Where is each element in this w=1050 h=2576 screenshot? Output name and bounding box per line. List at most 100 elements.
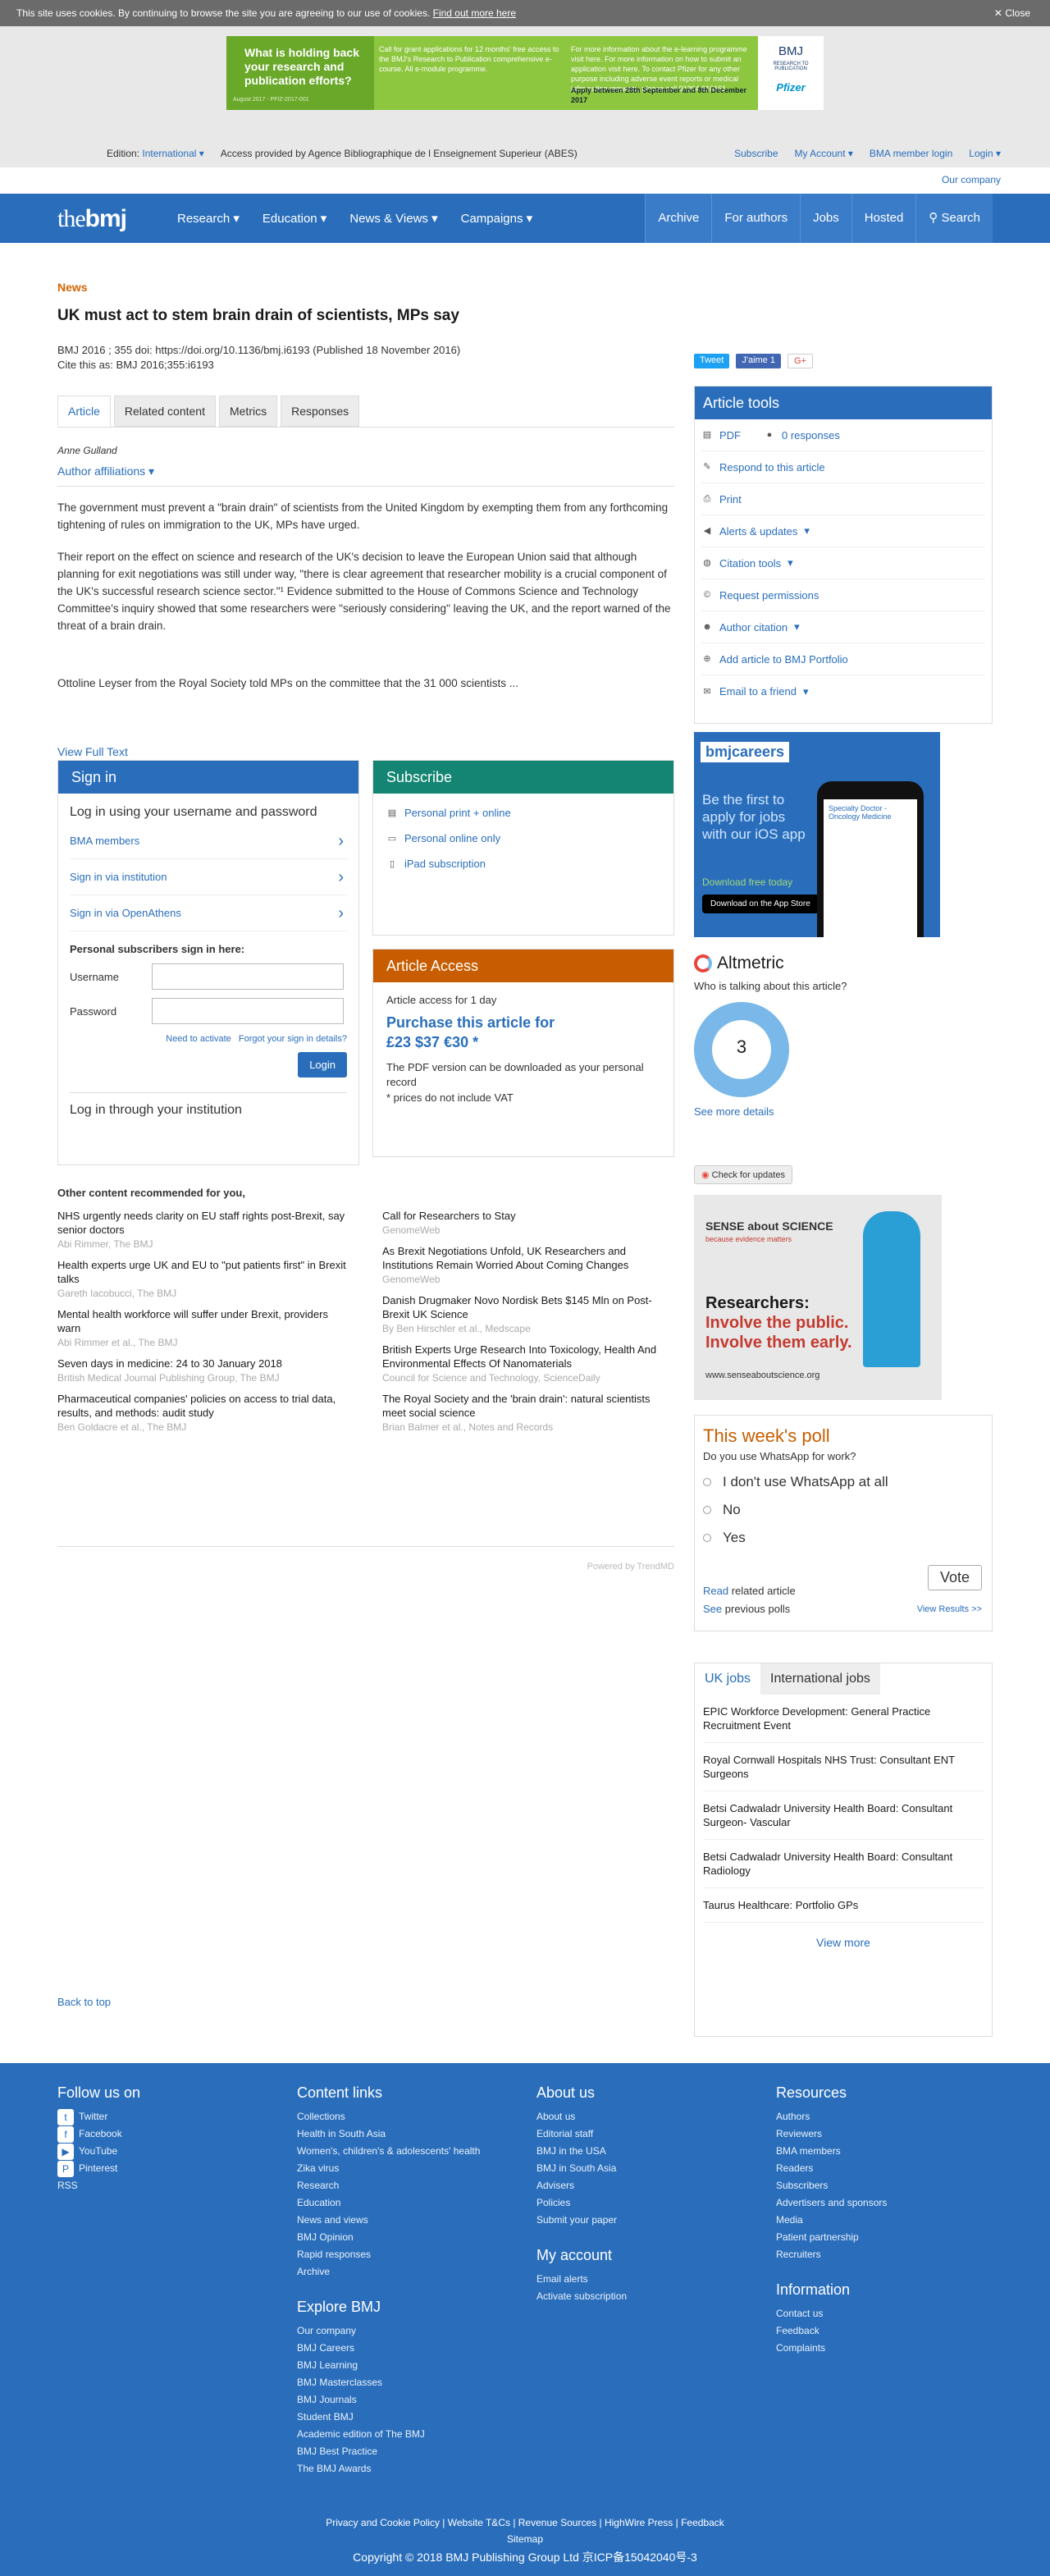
footer-link[interactable]: Collections: [297, 2108, 536, 2125]
nav-search[interactable]: ⚲ Search: [915, 194, 993, 243]
footer-link[interactable]: About us: [536, 2108, 776, 2125]
footer-link[interactable]: RSS: [57, 2177, 297, 2194]
footer-link[interactable]: Subscribers: [776, 2177, 1016, 2194]
job-item[interactable]: Betsi Cadwaladr University Health Board:…: [703, 1791, 984, 1840]
tab-article[interactable]: Article: [57, 396, 111, 427]
footer-link[interactable]: BMJ Careers: [297, 2340, 536, 2357]
bma-login-link[interactable]: BMA member login: [870, 148, 952, 159]
check-for-updates-button[interactable]: ◉ Check for updates: [694, 1165, 792, 1184]
poll-option[interactable]: Yes: [703, 1530, 984, 1546]
footer-link[interactable]: Education: [297, 2194, 536, 2212]
advertisement-banner[interactable]: What is holding back your research and p…: [226, 36, 824, 110]
tab-metrics[interactable]: Metrics: [218, 396, 278, 427]
recommended-title[interactable]: Pharmaceutical companies' policies on ac…: [57, 1392, 349, 1420]
ipad-link[interactable]: ▯ iPad subscription: [386, 858, 660, 870]
username-input[interactable]: [152, 963, 344, 990]
view-more-jobs-link[interactable]: View more: [695, 1936, 992, 1949]
tab-related[interactable]: Related content: [113, 396, 216, 427]
footer-link[interactable]: Academic edition of The BMJ: [297, 2426, 536, 2443]
footer-link[interactable]: BMA members: [776, 2143, 1016, 2160]
forgot-link[interactable]: Forgot your sign in details?: [239, 1034, 347, 1044]
careers-ad[interactable]: bmjcareers Be the first to apply for job…: [694, 732, 940, 937]
altmetric-more-link[interactable]: See more details: [694, 1105, 993, 1118]
our-company-link[interactable]: Our company: [942, 174, 1001, 185]
footer-link[interactable]: Health in South Asia: [297, 2125, 536, 2143]
sense-about-science-ad[interactable]: SENSE about SCIENCE because evidence matt…: [694, 1195, 942, 1400]
online-only-link[interactable]: ▭ Personal online only: [386, 832, 660, 844]
previous-polls-link[interactable]: See: [703, 1603, 722, 1615]
list-item[interactable]: Call for Researchers to Stay GenomeWeb: [382, 1209, 674, 1236]
edition-select[interactable]: International: [142, 148, 196, 159]
password-input[interactable]: [152, 998, 344, 1024]
responses-link[interactable]: 0 responses: [782, 429, 840, 442]
facebook-like-button[interactable]: J'aime 1: [736, 354, 781, 368]
author-affiliations-toggle[interactable]: Author affiliations ▾: [57, 464, 154, 478]
footer-link[interactable]: Women's, children's & adolescents' healt…: [297, 2143, 536, 2160]
list-item[interactable]: Health experts urge UK and EU to "put pa…: [57, 1258, 349, 1299]
footer-link[interactable]: Email alerts: [536, 2271, 776, 2288]
vote-button[interactable]: Vote: [927, 1565, 982, 1590]
footer-link[interactable]: Feedback: [776, 2322, 1016, 2340]
footer-link[interactable]: Patient partnership: [776, 2229, 1016, 2246]
job-item[interactable]: Royal Cornwall Hospitals NHS Trust: Cons…: [703, 1743, 984, 1791]
footer-link[interactable]: Activate subscription: [536, 2288, 776, 2305]
view-results-link[interactable]: View Results >>: [917, 1604, 982, 1614]
back-to-top-link[interactable]: Back to top: [57, 1996, 111, 2008]
tab-international-jobs[interactable]: International jobs: [760, 1663, 880, 1695]
institution-login-link[interactable]: Log in through your institution: [70, 1092, 347, 1118]
poll-option[interactable]: I don't use WhatsApp at all: [703, 1474, 984, 1490]
footer-link[interactable]: Reviewers: [776, 2125, 1016, 2143]
nav-education[interactable]: Education ▾: [262, 211, 326, 226]
bmj-logo[interactable]: thebmj: [57, 205, 127, 233]
nav-for-authors[interactable]: For authors: [711, 194, 800, 243]
footer-link[interactable]: Authors: [776, 2108, 1016, 2125]
nav-archive[interactable]: Archive: [645, 194, 711, 243]
subscribe-link[interactable]: Subscribe: [734, 148, 778, 159]
footer-link[interactable]: BMJ Opinion: [297, 2229, 536, 2246]
footer-link[interactable]: BMJ Masterclasses: [297, 2374, 536, 2391]
list-item[interactable]: British Experts Urge Research Into Toxic…: [382, 1343, 674, 1384]
poll-option[interactable]: No: [703, 1502, 984, 1518]
recommended-title[interactable]: Mental health workforce will suffer unde…: [57, 1307, 349, 1335]
institution-link[interactable]: Sign in via institution: [70, 859, 347, 895]
job-item[interactable]: Taurus Healthcare: Portfolio GPs: [703, 1888, 984, 1923]
footer-link[interactable]: Media: [776, 2212, 1016, 2229]
footer-link[interactable]: Contact us: [776, 2305, 1016, 2322]
footer-link[interactable]: Complaints: [776, 2340, 1016, 2357]
my-account-link[interactable]: My Account ▾: [795, 148, 853, 159]
nav-research[interactable]: Research ▾: [177, 211, 240, 226]
footer-link[interactable]: f Facebook: [57, 2125, 297, 2143]
job-item[interactable]: EPIC Workforce Development: General Prac…: [703, 1695, 984, 1743]
nav-hosted[interactable]: Hosted: [851, 194, 916, 243]
list-item[interactable]: As Brexit Negotiations Unfold, UK Resear…: [382, 1244, 674, 1285]
footer-link[interactable]: BMJ Journals: [297, 2391, 536, 2409]
footer-link[interactable]: The BMJ Awards: [297, 2460, 536, 2478]
openathens-link[interactable]: Sign in via OpenAthens: [70, 895, 347, 931]
nav-news-views[interactable]: News & Views ▾: [349, 211, 437, 226]
footer-link[interactable]: Submit your paper: [536, 2212, 776, 2229]
job-item[interactable]: Betsi Cadwaladr University Health Board:…: [703, 1840, 984, 1888]
footer-link[interactable]: Student BMJ: [297, 2409, 536, 2426]
login-button[interactable]: Login: [298, 1052, 347, 1078]
footer-link[interactable]: Advertisers and sponsors: [776, 2194, 1016, 2212]
footer-link[interactable]: Editorial staff: [536, 2125, 776, 2143]
footer-link[interactable]: BMJ Learning: [297, 2357, 536, 2374]
footer-link[interactable]: BMJ in South Asia: [536, 2160, 776, 2177]
recommended-title[interactable]: British Experts Urge Research Into Toxic…: [382, 1343, 674, 1370]
login-link[interactable]: Login ▾: [969, 148, 1001, 159]
footer-link[interactable]: Research: [297, 2177, 536, 2194]
recommended-title[interactable]: Call for Researchers to Stay: [382, 1209, 674, 1223]
footer-link[interactable]: Archive: [297, 2263, 536, 2281]
footer-link[interactable]: Our company: [297, 2322, 536, 2340]
recommended-title[interactable]: As Brexit Negotiations Unfold, UK Resear…: [382, 1244, 674, 1272]
footer-link[interactable]: Recruiters: [776, 2246, 1016, 2263]
footer-legal[interactable]: Privacy and Cookie Policy | Website T&Cs…: [0, 2514, 1050, 2547]
view-full-text-link[interactable]: View Full Text: [57, 745, 128, 758]
footer-link[interactable]: Rapid responses: [297, 2246, 536, 2263]
purchase-link[interactable]: Purchase this article for £23 $37 €30 *: [386, 1013, 660, 1052]
tab-uk-jobs[interactable]: UK jobs: [695, 1663, 761, 1695]
list-item[interactable]: The Royal Society and the 'brain drain':…: [382, 1392, 674, 1433]
footer-link[interactable]: P Pinterest: [57, 2160, 297, 2177]
list-item[interactable]: NHS urgently needs clarity on EU staff r…: [57, 1209, 349, 1250]
recommended-title[interactable]: The Royal Society and the 'brain drain':…: [382, 1392, 674, 1420]
